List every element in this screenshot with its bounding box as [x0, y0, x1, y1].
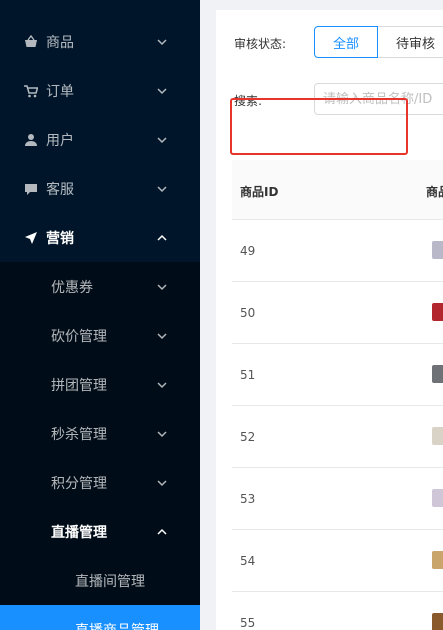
submenu-group-buy[interactable]: 拼团管理 [0, 360, 200, 409]
menu-users[interactable]: 用户 [0, 115, 200, 164]
submenu-coupon[interactable]: 优惠券 [0, 262, 200, 311]
menu-label: 客服 [46, 181, 74, 198]
chevron-down-icon [157, 332, 167, 339]
product-thumbnail [432, 241, 443, 259]
menu-label: 订单 [46, 83, 74, 100]
status-all-button[interactable]: 全部 [314, 26, 379, 58]
table-row[interactable]: 53 [232, 468, 443, 530]
menu-orders[interactable]: 订单 [0, 66, 200, 115]
column-header-id: 商品ID [240, 185, 279, 199]
live-product-management[interactable]: 直播商品管理 [0, 605, 200, 630]
product-thumbnail [432, 613, 443, 630]
search-input[interactable] [314, 83, 443, 115]
menu-service[interactable]: 客服 [0, 164, 200, 213]
table-row[interactable]: 54 [232, 530, 443, 592]
submenu-points[interactable]: 积分管理 [0, 458, 200, 507]
table-row[interactable]: 52 [232, 406, 443, 468]
chevron-down-icon [157, 283, 167, 290]
sidebar: 商品 订单 用户 客服 营销 优惠券 砍价管理 拼团管理 秒杀管理 积分管理 直… [0, 0, 200, 630]
main-panel: 审核状态: 全部 待审核 搜索: 商品ID 商品 49 50 51 52 53 54 55 [216, 10, 443, 630]
cell-product-id: 50 [240, 306, 256, 320]
submenu-label: 优惠券 [51, 279, 93, 296]
search-label: 搜索: [234, 94, 263, 108]
status-pending-button[interactable]: 待审核 [378, 26, 443, 58]
cell-product-id: 53 [240, 492, 256, 506]
product-thumbnail [432, 303, 443, 321]
submenu-bargain[interactable]: 砍价管理 [0, 311, 200, 360]
menu-label: 商品 [46, 34, 74, 51]
column-header-product: 商品 [426, 185, 443, 199]
submenu-label: 拼团管理 [51, 377, 107, 394]
cell-product-id: 54 [240, 554, 256, 568]
product-thumbnail [432, 427, 443, 445]
submenu-label: 秒杀管理 [51, 426, 107, 443]
submenu-flash-sale[interactable]: 秒杀管理 [0, 409, 200, 458]
cell-product-id: 55 [240, 616, 256, 630]
chevron-down-icon [157, 38, 167, 45]
product-thumbnail [432, 365, 443, 383]
menu-label: 用户 [46, 132, 74, 149]
submenu-live[interactable]: 直播管理 [0, 507, 200, 556]
chat-icon [24, 182, 38, 196]
table-row[interactable]: 50 [232, 282, 443, 344]
send-icon [24, 231, 38, 245]
user-icon [24, 133, 38, 147]
leaf-label: 直播间管理 [75, 573, 145, 590]
menu-label: 营销 [46, 230, 74, 247]
cell-product-id: 51 [240, 368, 256, 382]
product-thumbnail [432, 489, 443, 507]
basket-icon [24, 34, 38, 49]
cell-product-id: 52 [240, 430, 256, 444]
submenu-label: 砍价管理 [51, 328, 107, 345]
menu-marketing[interactable]: 营销 [0, 213, 200, 262]
table-header: 商品ID 商品 [232, 160, 443, 220]
submenu-label: 积分管理 [51, 475, 107, 492]
chevron-down-icon [157, 381, 167, 388]
submenu-label: 直播管理 [51, 524, 107, 541]
chevron-down-icon [157, 87, 167, 94]
chevron-down-icon [157, 185, 167, 192]
table-row[interactable]: 51 [232, 344, 443, 406]
live-room-management[interactable]: 直播间管理 [0, 556, 200, 605]
chevron-down-icon [157, 430, 167, 437]
chevron-down-icon [157, 479, 167, 486]
product-thumbnail [432, 551, 443, 569]
leaf-label: 直播商品管理 [75, 620, 159, 630]
menu-products[interactable]: 商品 [0, 17, 200, 66]
chevron-down-icon [157, 136, 167, 143]
table-row[interactable]: 55 [232, 592, 443, 630]
status-filter-group: 全部 待审核 [314, 26, 443, 58]
chevron-up-icon [157, 234, 167, 241]
status-filter-label: 审核状态: [234, 37, 287, 51]
chevron-up-icon [157, 528, 167, 535]
cart-icon [24, 84, 38, 98]
table-row[interactable]: 49 [232, 220, 443, 282]
cell-product-id: 49 [240, 244, 256, 258]
